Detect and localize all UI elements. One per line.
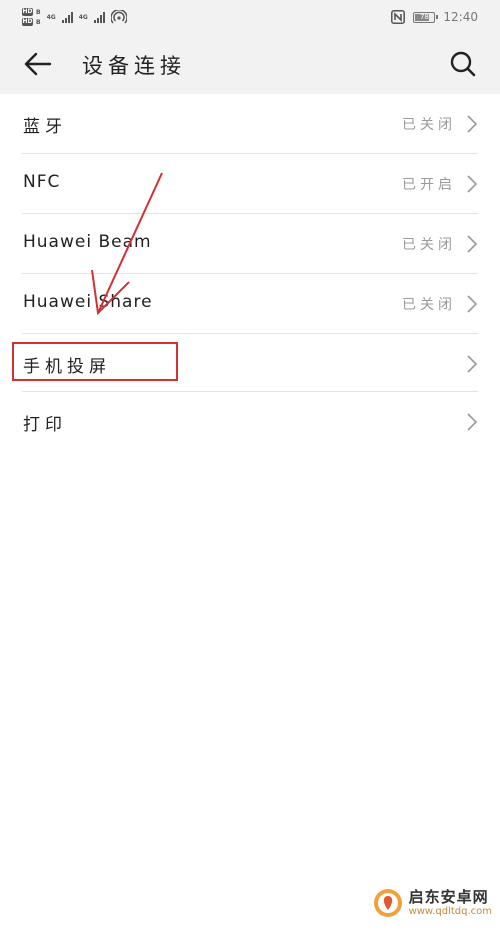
list-item-label: NFC	[23, 172, 61, 192]
page-title: 设备连接	[82, 54, 186, 78]
chevron-right-icon	[467, 235, 478, 253]
signal-icon	[61, 11, 73, 23]
list-item-huawei-share[interactable]: Huawei Share 已关闭	[22, 274, 478, 334]
hd-icon-2: HD B	[22, 18, 41, 26]
status-right: 78 12:40	[391, 6, 478, 28]
list-item-status: 已关闭	[402, 297, 456, 313]
network-type-2: 4G	[78, 13, 88, 21]
hd-indicators: HD B HD B	[22, 8, 41, 26]
back-button[interactable]	[20, 48, 56, 80]
arrow-left-icon	[24, 52, 52, 76]
list-item-label: 打印	[23, 415, 67, 435]
chevron-right-icon	[467, 413, 478, 431]
status-bar: HD B HD B 4G 4G 78 12:40	[0, 0, 500, 34]
list-item-label: Huawei Beam	[23, 232, 152, 252]
watermark-url: www.qdltdq.com	[408, 906, 492, 917]
list-item-label: Huawei Share	[23, 292, 153, 312]
list-item-print[interactable]: 打印	[22, 392, 478, 451]
network-type-1: 4G	[46, 13, 56, 21]
search-button[interactable]	[446, 48, 480, 80]
highlight-box	[12, 342, 178, 381]
nfc-icon	[391, 10, 406, 24]
chevron-right-icon	[467, 295, 478, 313]
list-item-status: 已关闭	[402, 237, 456, 253]
signal-icon-2	[93, 11, 105, 23]
battery-icon: 78	[413, 11, 439, 23]
app-bar: 设备连接	[0, 34, 500, 94]
wifi-hotspot-icon	[110, 10, 127, 24]
list-item-bluetooth[interactable]: 蓝牙 已关闭	[22, 94, 478, 154]
hd-icon: HD B	[22, 8, 41, 16]
chevron-right-icon	[467, 355, 478, 373]
watermark-name: 启东安卓网	[408, 888, 489, 906]
search-icon	[450, 51, 476, 77]
watermark-logo-icon	[373, 889, 402, 917]
settings-list: 蓝牙 已关闭 NFC 已开启 Huawei Beam 已关闭 Huawei Sh…	[0, 94, 500, 451]
list-item-label: 蓝牙	[23, 117, 67, 137]
chevron-right-icon	[467, 175, 478, 193]
clock: 12:40	[443, 10, 478, 24]
list-item-status: 已关闭	[402, 117, 456, 133]
list-item-nfc[interactable]: NFC 已开启	[22, 154, 478, 214]
list-item-status: 已开启	[402, 177, 456, 193]
chevron-right-icon	[467, 115, 478, 133]
watermark: 启东安卓网 www.qdltdq.com	[373, 888, 492, 918]
status-left: HD B HD B 4G 4G	[22, 6, 127, 28]
list-item-huawei-beam[interactable]: Huawei Beam 已关闭	[22, 214, 478, 274]
